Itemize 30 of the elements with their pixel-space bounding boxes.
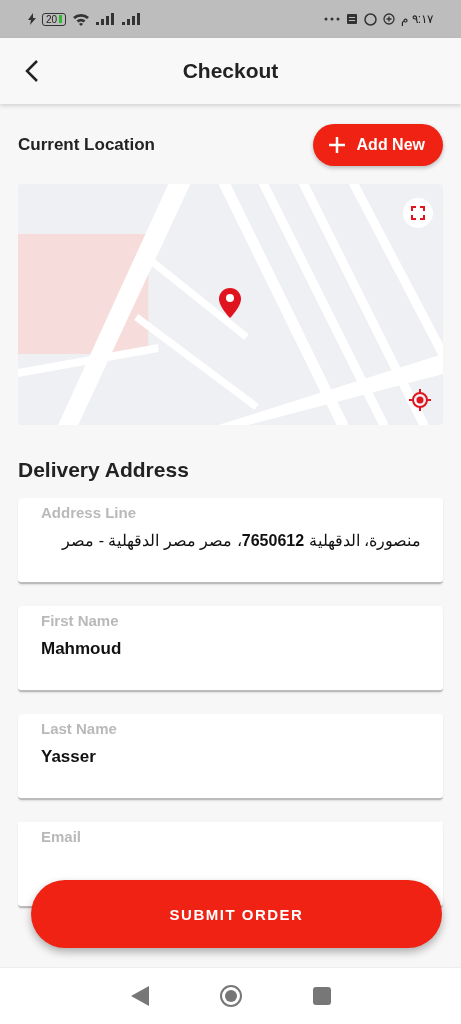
home-nav-icon[interactable] [218, 984, 243, 1008]
section-title: Current Location [18, 135, 155, 155]
submit-order-button[interactable]: SUBMIT ORDER [31, 880, 442, 948]
plus-icon [328, 137, 345, 153]
field-value: Yasser [41, 747, 97, 767]
back-nav-icon[interactable] [130, 986, 149, 1006]
fullscreen-icon [411, 206, 425, 220]
page-title: Checkout [182, 59, 279, 83]
battery-indicator: 20 [42, 12, 67, 26]
field-label: Email [41, 828, 83, 845]
field-value: Mahmoud [41, 639, 123, 659]
notes-icon [346, 13, 359, 25]
signal-icon [122, 13, 143, 25]
add-new-button[interactable]: Add New [312, 124, 443, 166]
field-label: First Name [41, 612, 120, 629]
field-label: Address Line [41, 504, 138, 521]
input-field[interactable]: Last Name Yasser [18, 714, 443, 800]
more-icon [324, 17, 341, 21]
clock-time: ٩:١٧ م [401, 12, 433, 26]
signal-icon [96, 13, 117, 25]
input-field[interactable]: First Name Mahmoud [18, 606, 443, 692]
locate-icon[interactable] [409, 389, 431, 411]
section-title: Delivery Address [18, 458, 190, 482]
map-pin-icon [219, 288, 241, 318]
chat-icon [364, 12, 378, 26]
field-label: Last Name [41, 720, 118, 737]
location-plus-icon [383, 12, 396, 26]
wifi-icon [72, 12, 91, 26]
recents-nav-icon[interactable] [312, 987, 331, 1005]
charging-icon [28, 13, 36, 25]
